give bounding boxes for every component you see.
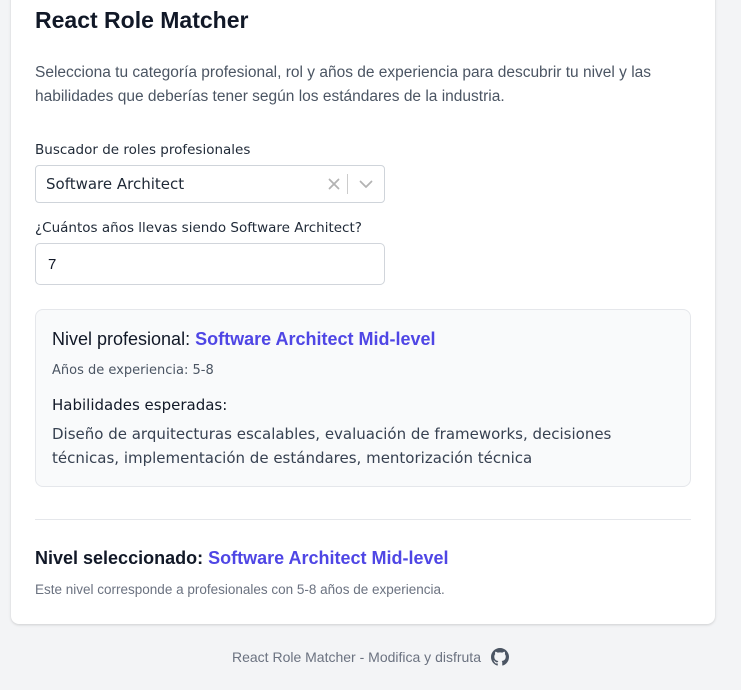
- skills-text: Diseño de arquitecturas escalables, eval…: [52, 425, 612, 467]
- github-icon[interactable]: [490, 648, 509, 666]
- selected-level-note: Este nivel corresponde a profesionales c…: [35, 582, 445, 597]
- skills-heading: Habilidades esperadas:: [52, 396, 228, 414]
- footer: React Role Matcher - Modifica y disfruta: [0, 648, 741, 666]
- intro-text: Selecciona tu categoría profesional, rol…: [35, 64, 652, 105]
- page-title: React Role Matcher: [35, 7, 249, 33]
- result-panel: Nivel profesional: Software Architect Mi…: [35, 309, 691, 487]
- years-input[interactable]: [35, 243, 385, 285]
- role-search-value: Software Architect: [46, 175, 185, 193]
- result-level: Software Architect Mid-level: [195, 329, 436, 349]
- result-heading-prefix: Nivel profesional:: [52, 329, 191, 349]
- result-years: Años de experiencia: 5-8: [52, 363, 214, 378]
- selected-level: Software Architect Mid-level: [208, 548, 449, 568]
- result-heading: Nivel profesional: Software Architect Mi…: [52, 329, 435, 350]
- selected-level-heading: Nivel seleccionado: Software Architect M…: [35, 548, 448, 569]
- role-search-select[interactable]: Software Architect: [35, 165, 385, 203]
- years-label: ¿Cuántos años llevas siendo Software Arc…: [35, 220, 362, 236]
- role-search-label: Buscador de roles profesionales: [35, 142, 251, 158]
- main-card: React Role Matcher Selecciona tu categor…: [11, 0, 715, 624]
- footer-text: React Role Matcher - Modifica y disfruta: [232, 649, 481, 665]
- divider: [35, 519, 691, 520]
- selected-heading-prefix: Nivel seleccionado:: [35, 548, 204, 568]
- close-icon[interactable]: [321, 166, 347, 202]
- chevron-down-icon[interactable]: [348, 166, 384, 202]
